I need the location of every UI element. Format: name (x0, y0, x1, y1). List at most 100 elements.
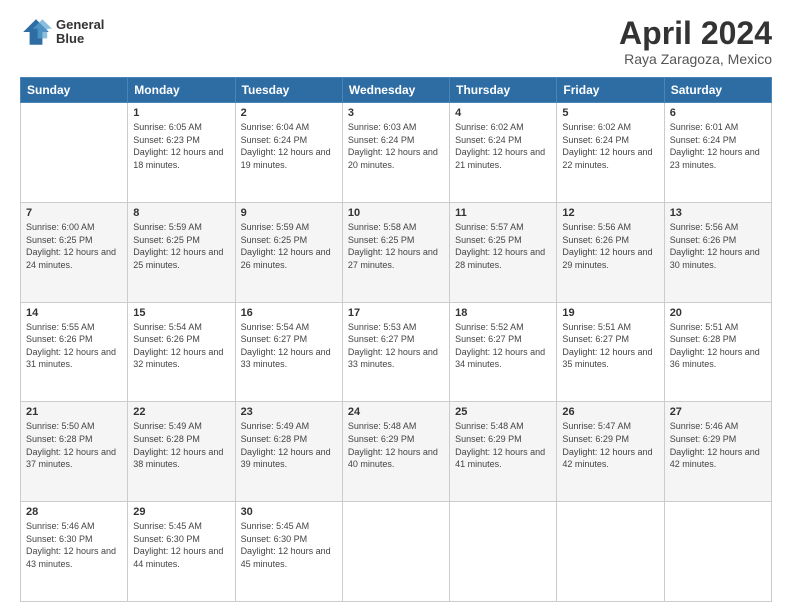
day-number: 4 (455, 107, 551, 119)
calendar-cell-w0-d6: 6Sunrise: 6:01 AMSunset: 6:24 PMDaylight… (664, 103, 771, 203)
col-monday: Monday (128, 78, 235, 103)
calendar-cell-w3-d2: 23Sunrise: 5:49 AMSunset: 6:28 PMDayligh… (235, 402, 342, 502)
calendar-cell-w2-d3: 17 Sunrise: 5:53 AMSunset: 6:27 PMDayligh… (342, 302, 449, 402)
calendar-table: Sunday Monday Tuesday Wednesday Thursday… (20, 77, 772, 602)
calendar-cell-w3-d5: 26 Sunrise: 5:47 AMSunset: 6:29 PMDayligh… (557, 402, 664, 502)
calendar-cell-w4-d2: 30 Sunrise: 5:45 AMSunset: 6:30 PMDayligh… (235, 502, 342, 602)
calendar-cell-w1-d6: 13 Sunrise: 5:56 AMSunset: 6:26 PMDayligh… (664, 202, 771, 302)
calendar-cell-w2-d2: 16 Sunrise: 5:54 AMSunset: 6:27 PMDayligh… (235, 302, 342, 402)
logo-line1: General (56, 18, 104, 32)
day-info: Sunrise: 5:58 AMSunset: 6:25 PMDaylight:… (348, 221, 444, 271)
calendar-cell-w1-d0: 7Sunrise: 6:00 AMSunset: 6:25 PMDaylight… (21, 202, 128, 302)
logo-line2: Blue (56, 32, 104, 46)
week-row-4: 28 Sunrise: 5:46 AMSunset: 6:30 PMDayligh… (21, 502, 772, 602)
day-number: 17 (348, 307, 444, 319)
day-number: 7 (26, 207, 122, 219)
calendar-cell-w0-d3: 3 Sunrise: 6:03 AMSunset: 6:24 PMDaylight… (342, 103, 449, 203)
calendar-cell-w0-d1: 1Sunrise: 6:05 AMSunset: 6:23 PMDaylight… (128, 103, 235, 203)
logo: General Blue (20, 16, 104, 48)
day-number: 1 (133, 107, 229, 119)
week-row-1: 7Sunrise: 6:00 AMSunset: 6:25 PMDaylight… (21, 202, 772, 302)
calendar-cell-w4-d4 (450, 502, 557, 602)
calendar-cell-w1-d3: 10 Sunrise: 5:58 AMSunset: 6:25 PMDayligh… (342, 202, 449, 302)
calendar-cell-w1-d1: 8 Sunrise: 5:59 AMSunset: 6:25 PMDaylight… (128, 202, 235, 302)
page: General Blue April 2024 Raya Zaragoza, M… (0, 0, 792, 612)
day-number: 19 (562, 307, 658, 319)
logo-icon (20, 16, 52, 48)
day-info: Sunrise: 6:02 AMSunset: 6:24 PMDaylight:… (455, 121, 551, 171)
day-number: 12 (562, 207, 658, 219)
calendar-cell-w4-d1: 29 Sunrise: 5:45 AMSunset: 6:30 PMDayligh… (128, 502, 235, 602)
calendar-cell-w1-d5: 12 Sunrise: 5:56 AMSunset: 6:26 PMDayligh… (557, 202, 664, 302)
day-info: Sunrise: 5:59 AMSunset: 6:25 PMDaylight:… (133, 221, 229, 271)
logo-text: General Blue (56, 18, 104, 47)
day-number: 24 (348, 406, 444, 418)
day-number: 21 (26, 406, 122, 418)
calendar-cell-w3-d1: 22 Sunrise: 5:49 AMSunset: 6:28 PMDayligh… (128, 402, 235, 502)
day-number: 9 (241, 207, 337, 219)
day-info: Sunrise: 5:57 AMSunset: 6:25 PMDaylight:… (455, 221, 551, 271)
week-row-0: 1Sunrise: 6:05 AMSunset: 6:23 PMDaylight… (21, 103, 772, 203)
day-info: Sunrise: 5:54 AMSunset: 6:26 PMDaylight:… (133, 321, 229, 371)
week-row-2: 14Sunrise: 5:55 AMSunset: 6:26 PMDayligh… (21, 302, 772, 402)
day-number: 8 (133, 207, 229, 219)
day-number: 13 (670, 207, 766, 219)
day-number: 29 (133, 506, 229, 518)
day-number: 25 (455, 406, 551, 418)
day-info: Sunrise: 5:52 AMSunset: 6:27 PMDaylight:… (455, 321, 551, 371)
day-number: 26 (562, 406, 658, 418)
day-number: 14 (26, 307, 122, 319)
day-info: Sunrise: 6:03 AMSunset: 6:24 PMDaylight:… (348, 121, 444, 171)
day-info: Sunrise: 5:46 AMSunset: 6:30 PMDaylight:… (26, 520, 122, 570)
day-info: Sunrise: 5:45 AMSunset: 6:30 PMDaylight:… (133, 520, 229, 570)
day-info: Sunrise: 5:49 AMSunset: 6:28 PMDaylight:… (133, 420, 229, 470)
day-number: 30 (241, 506, 337, 518)
day-info: Sunrise: 5:48 AMSunset: 6:29 PMDaylight:… (348, 420, 444, 470)
day-number: 28 (26, 506, 122, 518)
col-thursday: Thursday (450, 78, 557, 103)
day-info: Sunrise: 5:45 AMSunset: 6:30 PMDaylight:… (241, 520, 337, 570)
day-info: Sunrise: 5:51 AMSunset: 6:28 PMDaylight:… (670, 321, 766, 371)
col-friday: Friday (557, 78, 664, 103)
day-info: Sunrise: 5:47 AMSunset: 6:29 PMDaylight:… (562, 420, 658, 470)
day-info: Sunrise: 5:56 AMSunset: 6:26 PMDaylight:… (562, 221, 658, 271)
day-info: Sunrise: 5:54 AMSunset: 6:27 PMDaylight:… (241, 321, 337, 371)
calendar-cell-w1-d2: 9 Sunrise: 5:59 AMSunset: 6:25 PMDaylight… (235, 202, 342, 302)
day-info: Sunrise: 6:01 AMSunset: 6:24 PMDaylight:… (670, 121, 766, 171)
calendar-cell-w0-d5: 5Sunrise: 6:02 AMSunset: 6:24 PMDaylight… (557, 103, 664, 203)
day-number: 10 (348, 207, 444, 219)
day-info: Sunrise: 5:56 AMSunset: 6:26 PMDaylight:… (670, 221, 766, 271)
calendar-cell-w3-d0: 21 Sunrise: 5:50 AMSunset: 6:28 PMDayligh… (21, 402, 128, 502)
day-info: Sunrise: 5:46 AMSunset: 6:29 PMDaylight:… (670, 420, 766, 470)
calendar-cell-w0-d4: 4 Sunrise: 6:02 AMSunset: 6:24 PMDaylight… (450, 103, 557, 203)
calendar-cell-w0-d0 (21, 103, 128, 203)
header: General Blue April 2024 Raya Zaragoza, M… (20, 16, 772, 67)
calendar-cell-w3-d6: 27 Sunrise: 5:46 AMSunset: 6:29 PMDayligh… (664, 402, 771, 502)
col-saturday: Saturday (664, 78, 771, 103)
col-tuesday: Tuesday (235, 78, 342, 103)
day-number: 22 (133, 406, 229, 418)
day-info: Sunrise: 6:04 AMSunset: 6:24 PMDaylight:… (241, 121, 337, 171)
day-info: Sunrise: 5:59 AMSunset: 6:25 PMDaylight:… (241, 221, 337, 271)
day-info: Sunrise: 5:50 AMSunset: 6:28 PMDaylight:… (26, 420, 122, 470)
calendar-cell-w2-d4: 18Sunrise: 5:52 AMSunset: 6:27 PMDayligh… (450, 302, 557, 402)
day-number: 16 (241, 307, 337, 319)
title-block: April 2024 Raya Zaragoza, Mexico (619, 16, 772, 67)
calendar-header-row: Sunday Monday Tuesday Wednesday Thursday… (21, 78, 772, 103)
day-number: 20 (670, 307, 766, 319)
day-info: Sunrise: 5:53 AMSunset: 6:27 PMDaylight:… (348, 321, 444, 371)
calendar-cell-w3-d4: 25 Sunrise: 5:48 AMSunset: 6:29 PMDayligh… (450, 402, 557, 502)
calendar-cell-w4-d0: 28 Sunrise: 5:46 AMSunset: 6:30 PMDayligh… (21, 502, 128, 602)
calendar-cell-w2-d5: 19Sunrise: 5:51 AMSunset: 6:27 PMDayligh… (557, 302, 664, 402)
calendar-title: April 2024 (619, 16, 772, 51)
col-sunday: Sunday (21, 78, 128, 103)
day-number: 5 (562, 107, 658, 119)
day-number: 27 (670, 406, 766, 418)
calendar-cell-w2-d1: 15Sunrise: 5:54 AMSunset: 6:26 PMDayligh… (128, 302, 235, 402)
week-row-3: 21 Sunrise: 5:50 AMSunset: 6:28 PMDayligh… (21, 402, 772, 502)
calendar-cell-w0-d2: 2 Sunrise: 6:04 AMSunset: 6:24 PMDaylight… (235, 103, 342, 203)
calendar-cell-w1-d4: 11Sunrise: 5:57 AMSunset: 6:25 PMDayligh… (450, 202, 557, 302)
day-number: 2 (241, 107, 337, 119)
day-number: 3 (348, 107, 444, 119)
day-info: Sunrise: 5:48 AMSunset: 6:29 PMDaylight:… (455, 420, 551, 470)
